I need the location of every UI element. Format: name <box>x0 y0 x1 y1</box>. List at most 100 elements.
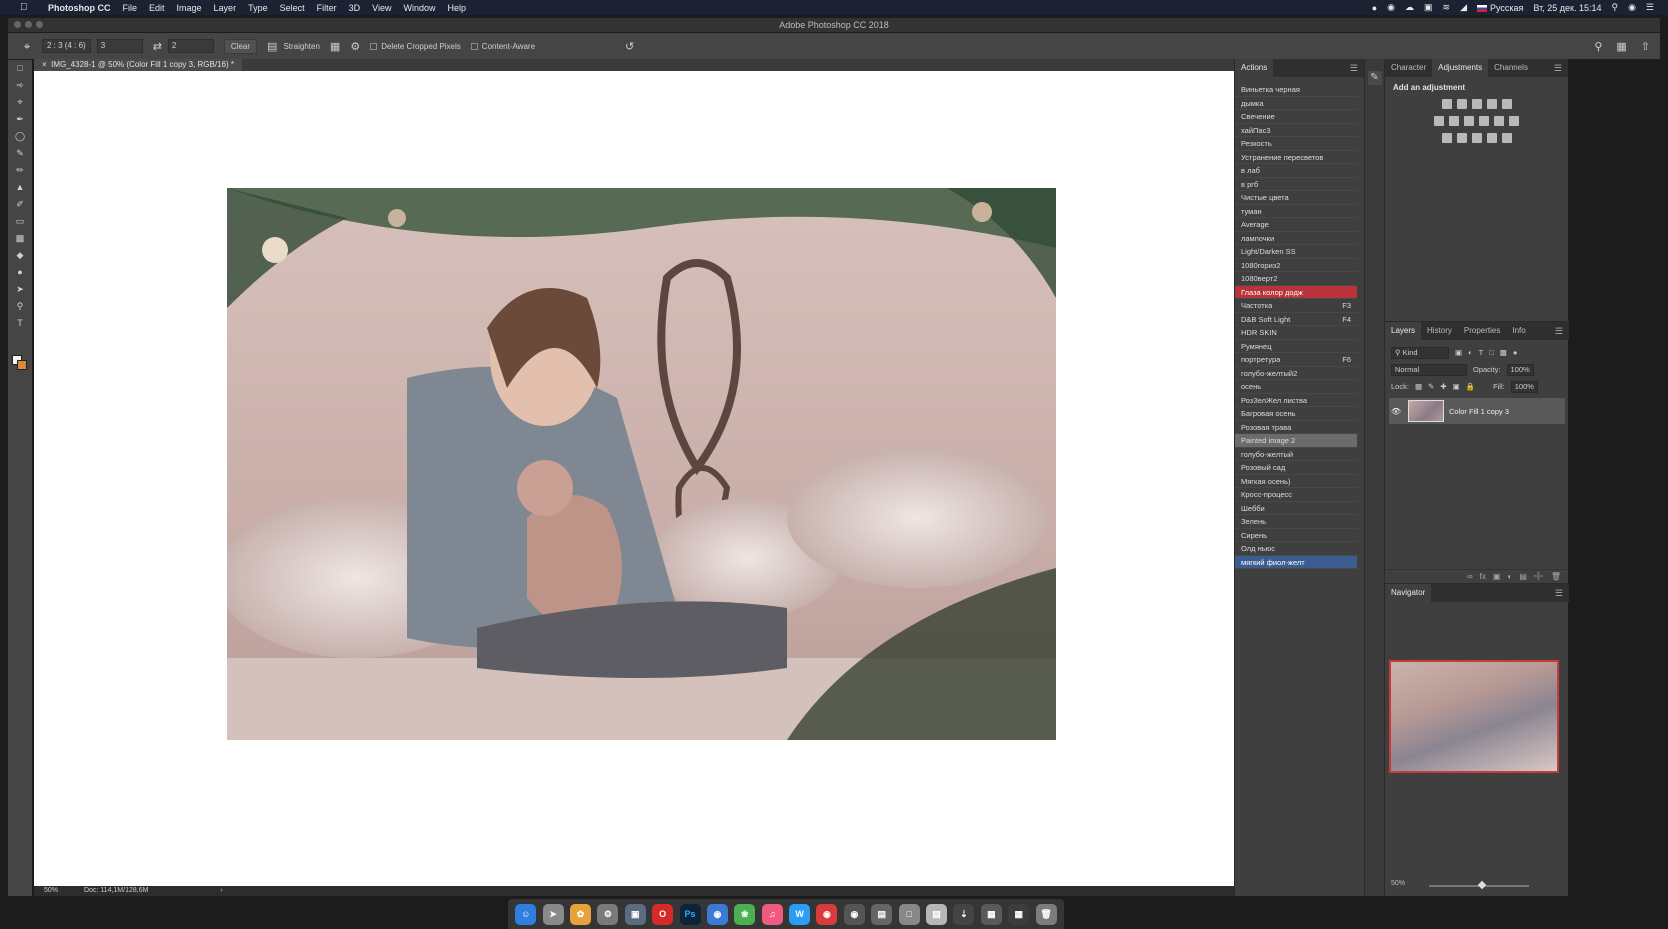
type-tool-icon[interactable]: T <box>8 315 32 332</box>
menu-edit[interactable]: Edit <box>149 3 165 13</box>
close-window-button[interactable] <box>14 21 21 28</box>
menu-app-name[interactable]: Photoshop CC <box>48 3 111 13</box>
action-item[interactable]: Глаза колор додж <box>1235 285 1357 299</box>
preview-app-icon[interactable]: □ <box>898 903 920 925</box>
itunes-icon[interactable]: ♫ <box>761 903 783 925</box>
content-aware-checkbox[interactable]: Content-Aware <box>470 42 535 51</box>
applications-stack-icon[interactable]: ▦ <box>1008 903 1030 925</box>
levels-icon[interactable] <box>1456 99 1467 109</box>
action-item[interactable]: в лаб <box>1235 164 1357 178</box>
action-item[interactable]: мягкий фиол-желт <box>1235 555 1357 569</box>
layer-style-icon[interactable]: fx <box>1480 572 1486 581</box>
tab-info[interactable]: Info <box>1506 322 1531 340</box>
brush-tool-icon[interactable]: ✎ <box>8 145 32 162</box>
gradient-tool-icon[interactable]: ▩ <box>8 230 32 247</box>
tab-character[interactable]: Character <box>1385 59 1432 77</box>
apple-menu-icon[interactable]:  <box>20 2 34 13</box>
share-icon[interactable]: ⇧ <box>1641 40 1650 53</box>
blend-mode-select[interactable]: Normal <box>1391 363 1467 376</box>
action-item[interactable]: Резкость <box>1235 137 1357 151</box>
crop-settings-gear-icon[interactable]: ⚙ <box>350 40 360 53</box>
action-item[interactable]: Сирень <box>1235 529 1357 542</box>
photoshop-icon[interactable]: Ps <box>679 903 701 925</box>
menu-clock[interactable]: Вт, 25 дек. 15:14 <box>1533 3 1601 13</box>
filter-smart-object-icon[interactable]: ▩ <box>1500 348 1507 357</box>
color-lookup-icon[interactable] <box>1509 116 1519 126</box>
action-item[interactable]: голубо-желтый2 <box>1235 367 1357 380</box>
downloads-stack-icon[interactable]: ⇣ <box>953 903 975 925</box>
document-photo[interactable] <box>227 188 1056 740</box>
blur-tool-icon[interactable]: ◆ <box>8 247 32 264</box>
threshold-icon[interactable] <box>1471 133 1482 143</box>
zoom-tool-icon[interactable]: ⚲ <box>8 298 32 315</box>
curves-icon[interactable] <box>1471 99 1482 109</box>
action-item[interactable]: Олд ньюс <box>1235 542 1357 556</box>
action-item[interactable]: Average <box>1235 218 1357 232</box>
action-item[interactable]: голубо-желтый <box>1235 448 1357 461</box>
photo-filter-icon[interactable] <box>1479 116 1489 126</box>
minimize-window-button[interactable] <box>25 21 32 28</box>
menu-filter[interactable]: Filter <box>317 3 337 13</box>
action-item[interactable]: Свечение <box>1235 110 1357 124</box>
background-color-swatch[interactable] <box>17 360 27 370</box>
hue-saturation-icon[interactable] <box>1434 116 1444 126</box>
lock-image-icon[interactable]: ✎ <box>1428 382 1434 391</box>
history-brush-tool-icon[interactable]: ✐ <box>8 196 32 213</box>
straighten-icon[interactable]: ▤ <box>267 40 277 53</box>
action-item[interactable]: D&B Soft Light F4 <box>1235 313 1357 326</box>
color-balance-icon[interactable] <box>1449 116 1459 126</box>
action-item[interactable]: Розовая трава <box>1235 421 1357 434</box>
delete-layer-icon[interactable]: 🗑 <box>1551 572 1561 581</box>
opera-icon[interactable]: O <box>652 903 674 925</box>
eyedropper-tool-icon[interactable]: ✒ <box>8 111 32 128</box>
search-icon[interactable]: ⚲ <box>1594 40 1602 53</box>
filter-adjustment-icon[interactable]: ◐ <box>1468 348 1473 357</box>
camera-app-icon[interactable]: ◉ <box>843 903 865 925</box>
navigator-zoom-level[interactable]: 50% <box>1391 880 1405 887</box>
menu-window[interactable]: Window <box>403 3 435 13</box>
launchpad-icon[interactable]: ➤ <box>542 903 564 925</box>
zoom-slider-handle[interactable] <box>1477 880 1487 890</box>
filter-shape-icon[interactable]: □ <box>1489 348 1494 357</box>
layer-row[interactable]: 👁 Color Fill 1 copy 3 <box>1389 398 1565 424</box>
swap-dimensions-icon[interactable]: ⇄ <box>153 40 162 53</box>
action-item[interactable]: портретура F6 <box>1235 353 1357 367</box>
lock-artboard-icon[interactable]: ▣ <box>1453 382 1460 391</box>
panel-menu-icon[interactable]: ☰ <box>1555 584 1563 602</box>
input-language[interactable]: Русская <box>1476 3 1523 13</box>
exposure-icon[interactable] <box>1486 99 1497 109</box>
word-app-icon[interactable]: W <box>789 903 811 925</box>
action-item[interactable]: дымка <box>1235 97 1357 110</box>
action-item[interactable]: Румянец <box>1235 340 1357 353</box>
action-item[interactable]: Шебби <box>1235 502 1357 515</box>
menu-view[interactable]: View <box>372 3 391 13</box>
photos-icon[interactable]: ✿ <box>569 903 591 925</box>
action-item[interactable]: Чистые цвета <box>1235 191 1357 205</box>
cloud-icon[interactable]: ☁ <box>1405 2 1414 13</box>
healing-brush-tool-icon[interactable]: ◯ <box>8 128 32 145</box>
add-mask-icon[interactable]: ▣ <box>1493 572 1501 581</box>
tab-navigator[interactable]: Navigator <box>1385 584 1432 602</box>
siri-icon[interactable]: ◉ <box>1628 2 1636 13</box>
menu-3d[interactable]: 3D <box>349 3 361 13</box>
new-group-icon[interactable]: ▤ <box>1519 572 1527 581</box>
tab-actions[interactable]: Actions <box>1235 59 1274 77</box>
dodge-tool-icon[interactable]: ● <box>8 264 32 281</box>
filter-toggle-icon[interactable]: ● <box>1513 348 1518 357</box>
selective-color-icon[interactable] <box>1501 133 1512 143</box>
pdf-app-icon[interactable]: ◉ <box>816 903 838 925</box>
overlay-grid-icon[interactable]: ▦ <box>330 40 340 53</box>
wifi-icon[interactable]: ≋ <box>1443 2 1451 13</box>
action-item[interactable]: туман <box>1235 205 1357 218</box>
action-item[interactable]: Багровая осень <box>1235 407 1357 421</box>
finder-icon[interactable]: ☺ <box>515 903 537 925</box>
tab-history[interactable]: History <box>1421 322 1458 340</box>
pencil-tool-icon[interactable]: ✏ <box>8 162 32 179</box>
canvas-area[interactable] <box>34 71 1234 886</box>
action-item[interactable]: Painted image 2 <box>1235 434 1357 448</box>
menu-help[interactable]: Help <box>447 3 466 13</box>
stamp-tool-icon[interactable]: ▲ <box>8 179 32 196</box>
zoom-window-button[interactable] <box>36 21 43 28</box>
crop-width-field[interactable]: 3 <box>96 39 143 53</box>
menu-layer[interactable]: Layer <box>214 3 237 13</box>
